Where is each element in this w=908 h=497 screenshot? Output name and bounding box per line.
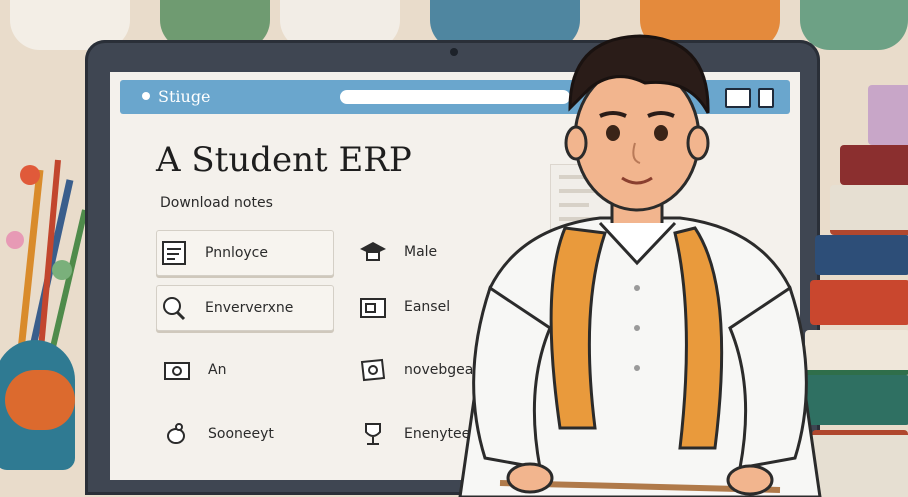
- trophy-icon: [356, 419, 390, 449]
- book-decor: [840, 145, 908, 185]
- graduation-cap-icon: [356, 237, 390, 267]
- menu-item-pnnloyce[interactable]: Pnnloyce: [156, 230, 334, 276]
- vase-band-decor: [5, 370, 75, 430]
- document-icon: [157, 238, 191, 268]
- page-title: A Student ERP: [156, 140, 412, 180]
- menu-item-label: Enververxne: [205, 300, 294, 316]
- menu-item-label: An: [208, 362, 227, 378]
- menu-item-sooneeyt[interactable]: Sooneeyt: [160, 412, 330, 456]
- magnifier-icon: [157, 293, 191, 323]
- scroll-icon: [356, 355, 390, 385]
- folder-icon: [356, 292, 390, 322]
- page-subtitle: Download notes: [160, 195, 273, 211]
- brand-dot-icon: [142, 92, 150, 100]
- menu-item-enververxne[interactable]: Enververxne: [156, 285, 334, 331]
- student-character: [458, 34, 822, 497]
- menu-item-label: Sooneeyt: [208, 426, 274, 442]
- menu-item-label: Pnnloyce: [205, 245, 268, 261]
- menu-item-an[interactable]: An: [160, 348, 330, 392]
- illustration-scene: Stiuge A Student ERP Download notes Pnnl…: [0, 0, 908, 497]
- book-decor: [868, 85, 908, 145]
- pencils-decor: [6, 159, 88, 361]
- bird-icon: [160, 419, 194, 449]
- camera-icon: [160, 355, 194, 385]
- brand-name: Stiuge: [158, 87, 211, 106]
